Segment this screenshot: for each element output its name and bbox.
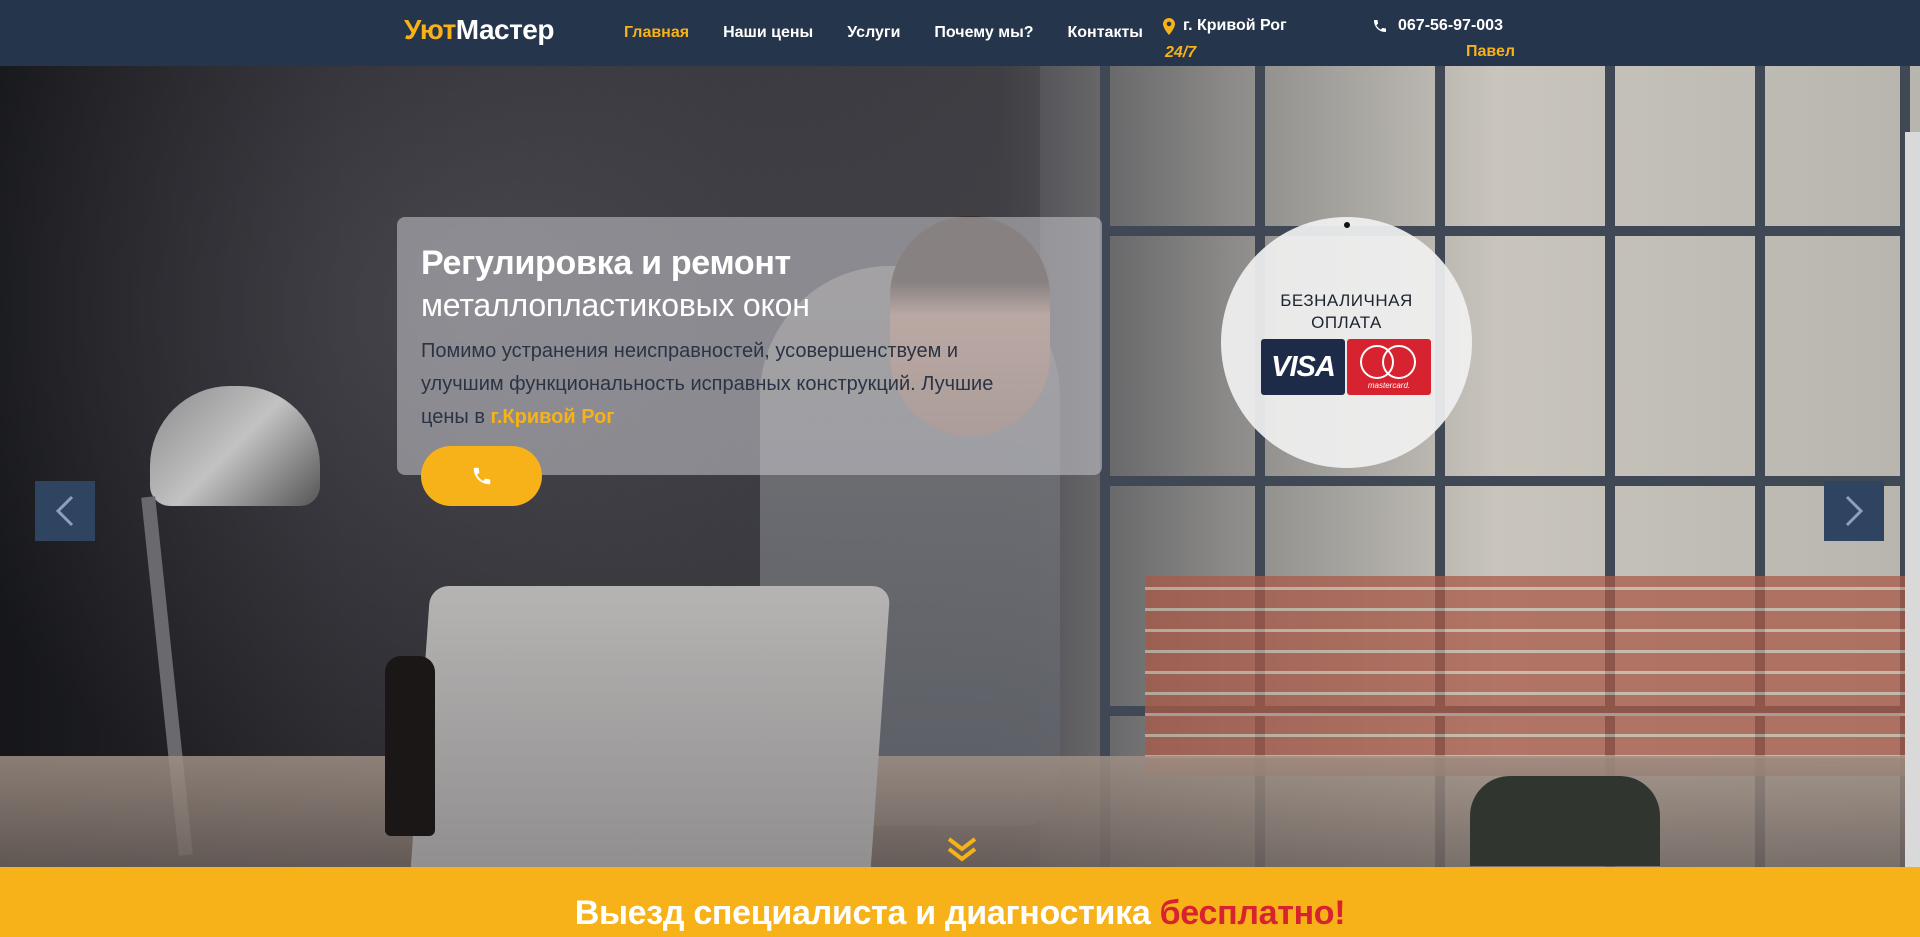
hero-background-bottle [385,656,435,836]
slider-next-button[interactable] [1824,481,1884,541]
scroll-down-button[interactable] [945,836,979,864]
cashless-payment-label: БЕЗНАЛИЧНАЯ ОПЛАТА [1240,290,1453,334]
call-button[interactable] [421,446,542,506]
double-chevron-down-icon [947,837,977,862]
hero-background-laptop [409,586,891,867]
nav-item-why-us[interactable]: Почему мы? [934,24,1033,42]
map-pin-icon [1163,17,1175,35]
payment-badge-dot [1344,222,1350,228]
chevron-right-icon [1845,495,1864,527]
phone-icon [473,467,490,485]
cashless-payment-line-1: БЕЗНАЛИЧНАЯ [1280,291,1413,310]
cashless-payment-line-2: ОПЛАТА [1311,313,1382,332]
hero-description: Помимо устранения неисправностей, усовер… [421,335,1041,434]
header-phone-link[interactable]: 067-56-97-003 [1372,17,1503,35]
promo-highlight: бесплатно! [1159,894,1346,932]
nav-item-prices[interactable]: Наши цены [723,24,813,42]
phone-icon [1374,20,1386,32]
mastercard-label: mastercard. [1367,381,1411,390]
hero-background-bricks [1145,576,1920,776]
logo-part-2: Мастер [455,14,555,45]
promo-main-text: Выезд специалиста и диагностика [574,894,1151,932]
site-logo[interactable]: УютМастер [404,14,554,46]
working-hours: 24/7 [1165,44,1197,61]
visa-logo: VISA [1261,339,1345,395]
logo-part-1: Уют [404,14,456,45]
nav-item-services[interactable]: Услуги [847,24,900,42]
slider-prev-button[interactable] [35,481,95,541]
header: УютМастер Главная Наши цены Услуги Почем… [0,0,1920,66]
page-edge-strip [1905,132,1920,867]
mastercard-logo: mastercard. [1347,339,1431,395]
city-name: г. Кривой Рог [1183,17,1287,34]
contact-name: Павел [1466,43,1516,60]
hero-subtitle: металлопластиковых окон [421,287,810,323]
hero-slider: Регулировка и ремонт металлопластиковых … [0,66,1920,867]
phone-number: 067-56-97-003 [1398,17,1503,34]
hero-city-highlight: г.Кривой Рог [490,406,615,428]
nav-item-contacts[interactable]: Контакты [1068,24,1143,42]
hero-background-cactus [1470,776,1660,866]
nav-item-home[interactable]: Главная [624,24,689,42]
hero-title: Регулировка и ремонт [421,244,791,282]
promo-banner: Выезд специалиста и диагностика бесплатн… [0,867,1920,937]
chevron-left-icon [55,495,74,527]
promo-text: Выезд специалиста и диагностика бесплатн… [575,894,1346,933]
main-nav: Главная Наши цены Услуги Почему мы? Конт… [624,24,1177,42]
city-location: г. Кривой Рог [1163,17,1287,35]
